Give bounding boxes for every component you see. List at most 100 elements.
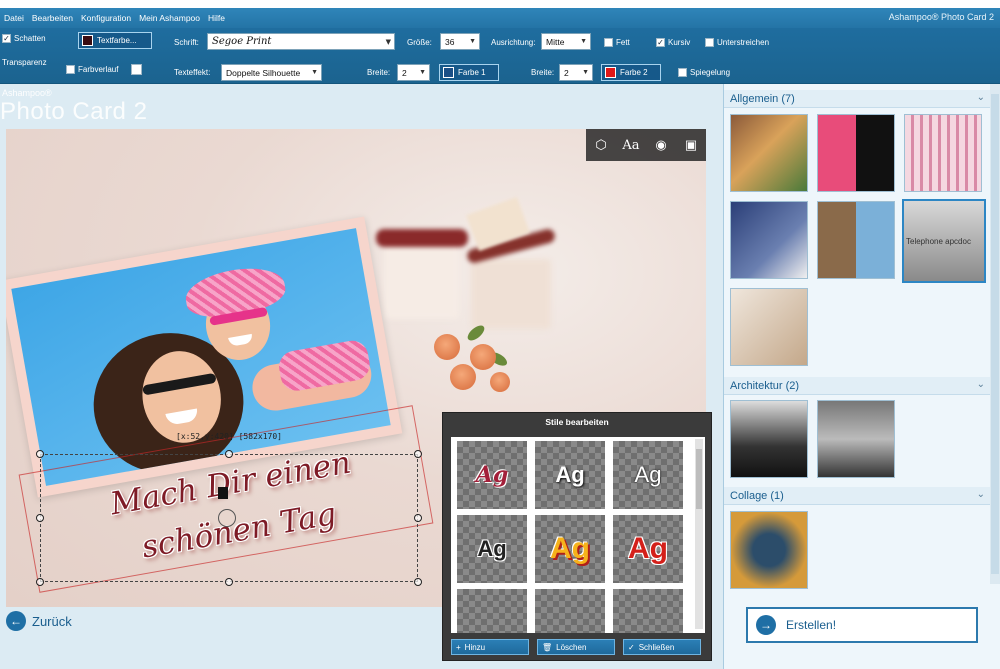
chevron-down-icon: ⌄: [976, 379, 985, 390]
create-button[interactable]: → Erstellen!: [746, 607, 978, 643]
effect-select[interactable]: Doppelte Silhouette ▼: [221, 64, 322, 81]
back-button[interactable]: ← Zurück: [6, 611, 72, 631]
mirror-label: Spiegelung: [690, 68, 731, 77]
shadow-option[interactable]: ✓ Schatten: [2, 34, 46, 43]
style-tile[interactable]: Ag: [535, 515, 605, 583]
template-thumbnail-selected[interactable]: Telephone apcdoc: [902, 199, 986, 283]
style-tile[interactable]: [535, 589, 605, 633]
resize-handle-bottom-right[interactable]: [414, 578, 422, 586]
style-tile[interactable]: Ag: [457, 441, 527, 509]
styles-grid: Ag Ag Ag Ag Ag Ag: [451, 437, 705, 633]
panel-scrollbar[interactable]: [990, 84, 1000, 584]
resize-handle-right[interactable]: [414, 514, 422, 522]
size-select[interactable]: 36 ▼: [440, 33, 480, 50]
text-style-icon[interactable]: Aa: [620, 134, 642, 156]
style-tile[interactable]: Ag: [457, 515, 527, 583]
delete-style-label: Löschen: [556, 642, 587, 652]
close-styles-button[interactable]: ✓ Schließen: [623, 639, 701, 655]
stamp-icon[interactable]: ◉: [650, 134, 672, 156]
font-value: Segoe Print: [212, 36, 272, 47]
resize-handle-top-right[interactable]: [414, 450, 422, 458]
width2-label: Breite:: [531, 68, 555, 77]
style-tile[interactable]: Ag: [613, 515, 683, 583]
resize-handle-bottom-left[interactable]: [36, 578, 44, 586]
styles-dialog-title: Stile bearbeiten: [545, 417, 609, 427]
template-thumbnail[interactable]: [904, 114, 982, 192]
italic-option[interactable]: ✓ Kursiv: [656, 38, 690, 47]
resize-handle-left[interactable]: [36, 514, 44, 522]
template-thumbnail[interactable]: [730, 201, 808, 279]
template-thumbnail[interactable]: [817, 114, 895, 192]
menu-konfiguration[interactable]: Konfiguration: [77, 13, 135, 23]
delete-style-button[interactable]: 🗑 Löschen: [537, 639, 615, 655]
underline-checkbox[interactable]: [705, 38, 714, 47]
color1-label: Farbe 1: [458, 68, 486, 77]
template-thumbnail[interactable]: [730, 114, 808, 192]
color2-button[interactable]: Farbe 2: [601, 64, 661, 81]
textcolor-swatch: [82, 35, 93, 46]
resize-handle-top[interactable]: [225, 450, 233, 458]
style-tile[interactable]: [613, 589, 683, 633]
template-thumbnail[interactable]: [730, 511, 808, 589]
template-thumbnail[interactable]: [817, 201, 895, 279]
italic-checkbox[interactable]: ✓: [656, 38, 665, 47]
font-select[interactable]: Segoe Print ▼: [207, 33, 395, 50]
style-tile[interactable]: Ag: [613, 441, 683, 509]
section-allgemein[interactable]: Allgemein (7) ⌄: [724, 90, 991, 108]
menu-mein-ashampoo[interactable]: Mein Ashampoo: [135, 13, 204, 23]
gradient-checkbox[interactable]: [66, 65, 75, 74]
close-styles-label: Schließen: [638, 642, 675, 652]
menu-bar: Datei Bearbeiten Konfiguration Mein Asha…: [0, 8, 1000, 28]
mirror-option[interactable]: Spiegelung: [678, 68, 730, 77]
trash-icon: 🗑: [542, 642, 553, 652]
template-thumbnail[interactable]: [730, 400, 808, 478]
roses-decoration: [426, 322, 526, 414]
textcolor-button[interactable]: Textfarbe...: [78, 32, 152, 49]
template-thumbnail[interactable]: [730, 288, 808, 366]
width1-label: Breite:: [367, 68, 391, 77]
resize-handle-bottom[interactable]: [225, 578, 233, 586]
section-title: Allgemein (7): [730, 92, 795, 105]
effect-value: Doppelte Silhouette: [226, 67, 301, 78]
shadow-checkbox[interactable]: ✓: [2, 34, 11, 43]
chevron-down-icon: ▼: [419, 69, 426, 76]
section-collage[interactable]: Collage (1) ⌄: [724, 487, 991, 505]
rotate-handle-icon[interactable]: [218, 509, 236, 527]
color1-button[interactable]: Farbe 1: [439, 64, 499, 81]
menu-bearbeiten[interactable]: Bearbeiten: [28, 13, 77, 23]
photo-frame-icon[interactable]: ▣: [680, 134, 702, 156]
size-label: Größe:: [407, 38, 432, 47]
add-style-button[interactable]: + Hinzu: [451, 639, 529, 655]
menu-datei[interactable]: Datei: [0, 13, 28, 23]
logo-small-text: Ashampoo®: [2, 88, 52, 98]
menu-hilfe[interactable]: Hilfe: [204, 13, 229, 23]
styles-scrollbar[interactable]: [695, 439, 703, 629]
chevron-down-icon: ▼: [582, 69, 589, 76]
gradient-color-swatch[interactable]: [131, 64, 143, 75]
app-window: Datei Bearbeiten Konfiguration Mein Asha…: [0, 8, 1000, 669]
resize-handle-top-left[interactable]: [36, 450, 44, 458]
section-architektur[interactable]: Architektur (2) ⌄: [724, 377, 991, 395]
styles-dialog: Stile bearbeiten Ag Ag Ag Ag Ag Ag + Hin…: [442, 412, 712, 661]
color1-swatch: [443, 67, 454, 78]
style-tile[interactable]: [457, 589, 527, 633]
bold-checkbox[interactable]: [604, 38, 613, 47]
gradient-option[interactable]: Farbverlauf: [66, 64, 143, 75]
text-toolbar: ✓ Schatten Transparenz Textfarbe... Farb…: [0, 28, 1000, 84]
chevron-down-icon: ▼: [311, 69, 318, 76]
style-tile[interactable]: Ag: [535, 441, 605, 509]
width2-select[interactable]: 2 ▼: [559, 64, 593, 81]
move-cursor-icon: [218, 487, 228, 499]
mirror-checkbox[interactable]: [678, 68, 687, 77]
align-select[interactable]: Mitte ▼: [541, 33, 591, 50]
align-label: Ausrichtung:: [491, 38, 536, 47]
arrow-left-icon: ←: [6, 611, 26, 631]
width1-value: 2: [402, 67, 407, 78]
width1-select[interactable]: 2 ▼: [397, 64, 430, 81]
bold-option[interactable]: Fett: [604, 38, 630, 47]
3d-box-icon[interactable]: ⬡: [590, 134, 612, 156]
arrow-right-icon: →: [756, 615, 776, 635]
template-thumbnail[interactable]: [817, 400, 895, 478]
textcolor-label: Textfarbe...: [97, 36, 137, 45]
underline-option[interactable]: Unterstreichen: [705, 38, 769, 47]
